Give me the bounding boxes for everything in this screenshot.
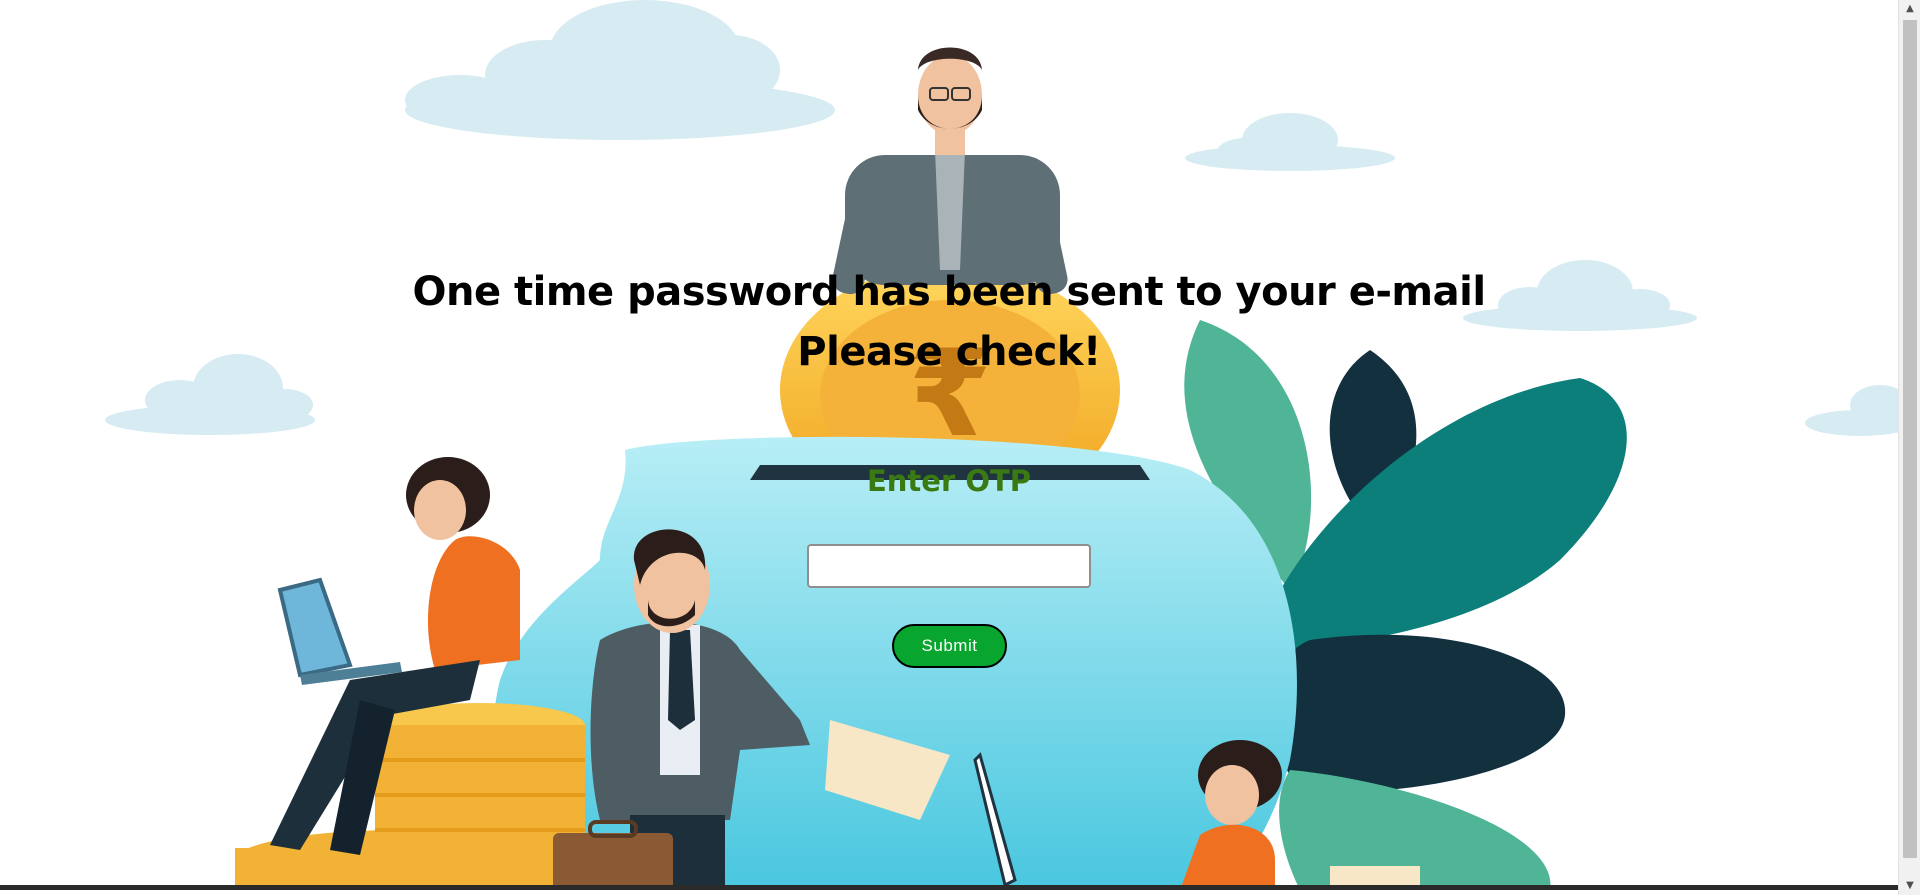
scroll-up-arrow-icon[interactable]: ▲ — [1899, 0, 1920, 18]
businessman-top — [832, 47, 1068, 295]
savings-illustration: ₹ — [105, 0, 1898, 890]
scroll-down-arrow-icon[interactable]: ▼ — [1899, 877, 1920, 895]
coin-stack — [235, 703, 585, 890]
heading-line-2: Please check! — [797, 329, 1101, 375]
submit-button[interactable]: Submit — [892, 624, 1007, 668]
vertical-scrollbar[interactable]: ▲ ▼ — [1898, 0, 1920, 895]
heading-line-1: One time password has been sent to your … — [412, 269, 1486, 315]
scrollbar-thumb[interactable] — [1903, 20, 1917, 858]
page-background: ₹ One time password has been sent to you… — [0, 0, 1898, 890]
bottom-bar — [0, 885, 1898, 890]
otp-input[interactable] — [807, 544, 1091, 588]
otp-label: Enter OTP — [866, 464, 1032, 498]
page-heading: One time password has been sent to your … — [0, 262, 1898, 382]
